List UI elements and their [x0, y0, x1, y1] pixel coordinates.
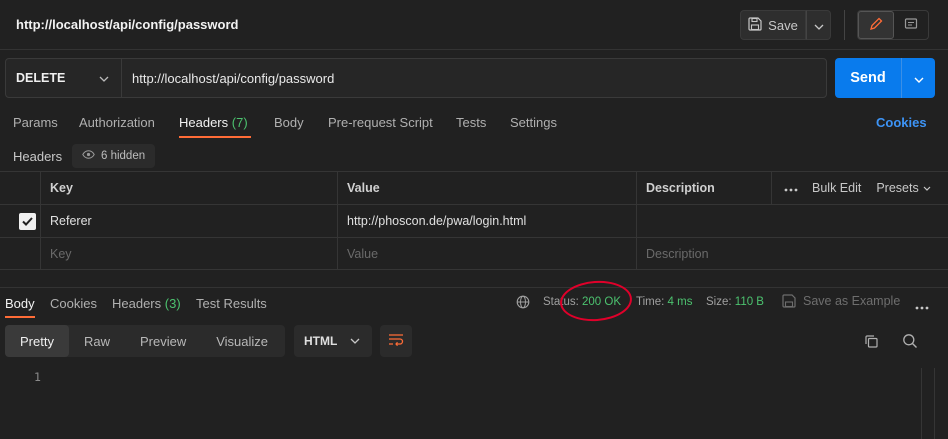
comment-icon — [904, 17, 918, 34]
edit-mode-button[interactable] — [858, 11, 894, 39]
status-label: Status: — [543, 296, 579, 308]
row-description[interactable] — [636, 205, 948, 237]
headers-count: (7) — [231, 115, 248, 130]
save-options-button[interactable] — [806, 10, 831, 40]
format-label: HTML — [304, 334, 338, 348]
pencil-icon — [869, 17, 883, 34]
hidden-headers-toggle[interactable]: 6 hidden — [72, 144, 156, 168]
tab-headers-label: Headers — [179, 115, 229, 130]
eye-icon — [82, 150, 95, 162]
editor-scrollbar[interactable] — [921, 368, 935, 439]
view-visualize[interactable]: Visualize — [201, 325, 283, 357]
response-headers-count: (3) — [164, 296, 181, 311]
save-icon — [748, 16, 762, 34]
url-bar: DELETE — [5, 58, 827, 98]
active-response-tab-indicator — [5, 316, 35, 318]
copy-icon[interactable] — [861, 331, 881, 351]
size-label: Size: — [706, 296, 732, 308]
table-actions: Bulk Edit Presets — [771, 172, 948, 204]
row-checkbox-cell — [0, 205, 40, 237]
save-icon — [782, 294, 796, 308]
mode-toggle — [857, 10, 929, 40]
save-as-example-button[interactable]: Save as Example — [782, 294, 900, 308]
size-readout: Size: 110 B — [706, 296, 764, 308]
search-icon[interactable] — [900, 331, 920, 351]
response-tabs: Body Cookies Headers (3) Test Results St… — [0, 287, 948, 318]
wrap-lines-button[interactable] — [380, 325, 412, 357]
time-readout: Time: 4 ms — [636, 296, 692, 308]
tab-headers[interactable]: Headers (7) — [179, 115, 248, 130]
headers-subheader: Headers 6 hidden — [0, 143, 948, 169]
table-row-empty: Key Value Description — [0, 237, 948, 270]
new-key-input[interactable]: Key — [40, 238, 337, 269]
row-checkbox[interactable] — [19, 212, 36, 230]
send-options-button[interactable] — [901, 58, 935, 98]
save-as-example-label: Save as Example — [803, 294, 901, 308]
response-tab-headers-label: Headers — [112, 296, 162, 311]
col-description-header: Description — [636, 172, 771, 204]
view-pretty[interactable]: Pretty — [5, 325, 69, 357]
bulk-edit-button[interactable]: Bulk Edit — [812, 181, 861, 195]
col-value-header: Value — [337, 172, 636, 204]
tab-body[interactable]: Body — [274, 115, 304, 130]
status-readout: Status: 200 OK — [543, 296, 621, 308]
line-number: 1 — [34, 370, 41, 384]
chevron-down-icon — [923, 186, 931, 191]
request-tabs: Params Authorization Headers (7) Body Pr… — [0, 110, 948, 140]
globe-icon[interactable] — [516, 295, 530, 312]
tab-prerequest-script[interactable]: Pre-request Script — [328, 115, 433, 130]
time-label: Time: — [636, 296, 665, 308]
url-input[interactable] — [122, 59, 826, 97]
row-value[interactable]: http://phoscon.de/pwa/login.html — [337, 205, 636, 237]
method-label: DELETE — [16, 71, 66, 85]
save-button[interactable]: Save — [740, 10, 806, 40]
wrap-lines-icon — [388, 333, 404, 350]
time-value: 4 ms — [667, 296, 693, 308]
tab-params[interactable]: Params — [13, 115, 58, 130]
chevron-down-icon — [350, 338, 360, 344]
headers-label: Headers — [13, 149, 63, 164]
row-key[interactable]: Referer — [40, 205, 337, 237]
chevron-down-icon — [814, 18, 824, 33]
response-tab-headers[interactable]: Headers (3) — [112, 296, 181, 311]
tab-settings[interactable]: Settings — [510, 115, 557, 130]
chevron-down-icon — [914, 71, 924, 86]
save-label: Save — [768, 17, 798, 33]
tab-authorization[interactable]: Authorization — [79, 115, 155, 130]
send-button-group: Send — [835, 58, 935, 98]
tab-tests[interactable]: Tests — [456, 115, 486, 130]
size-value: 110 B — [734, 296, 764, 308]
hidden-count: 6 hidden — [101, 150, 146, 162]
checkmark-icon — [22, 216, 33, 226]
comment-mode-button[interactable] — [894, 11, 928, 39]
table-row: Referer http://phoscon.de/pwa/login.html — [0, 204, 948, 237]
presets-label: Presets — [876, 181, 919, 195]
new-value-input[interactable]: Value — [337, 238, 636, 269]
presets-button[interactable]: Presets — [876, 181, 931, 195]
table-header-row: Key Value Description Bulk Edit Presets — [0, 171, 948, 204]
more-icon[interactable] — [784, 181, 798, 195]
new-description-input[interactable]: Description — [636, 238, 948, 269]
response-tab-test-results[interactable]: Test Results — [196, 296, 267, 311]
cookies-link[interactable]: Cookies — [876, 115, 927, 130]
col-key-header: Key — [40, 172, 337, 204]
response-view-toggle: Pretty Raw Preview Visualize — [5, 325, 285, 357]
status-value: 200 OK — [582, 296, 622, 308]
active-tab-indicator — [179, 136, 251, 138]
divider — [844, 10, 845, 40]
view-preview[interactable]: Preview — [125, 325, 201, 357]
format-select[interactable]: HTML — [294, 325, 372, 357]
more-icon[interactable] — [915, 301, 929, 313]
response-tab-body[interactable]: Body — [5, 296, 35, 311]
method-select[interactable]: DELETE — [6, 59, 122, 97]
view-raw[interactable]: Raw — [69, 325, 125, 357]
chevron-down-icon — [99, 71, 109, 85]
title-bar: http://localhost/api/config/password Sav… — [0, 0, 948, 50]
send-button[interactable]: Send — [835, 58, 901, 98]
request-title[interactable]: http://localhost/api/config/password — [16, 17, 238, 32]
response-tab-cookies[interactable]: Cookies — [50, 296, 97, 311]
